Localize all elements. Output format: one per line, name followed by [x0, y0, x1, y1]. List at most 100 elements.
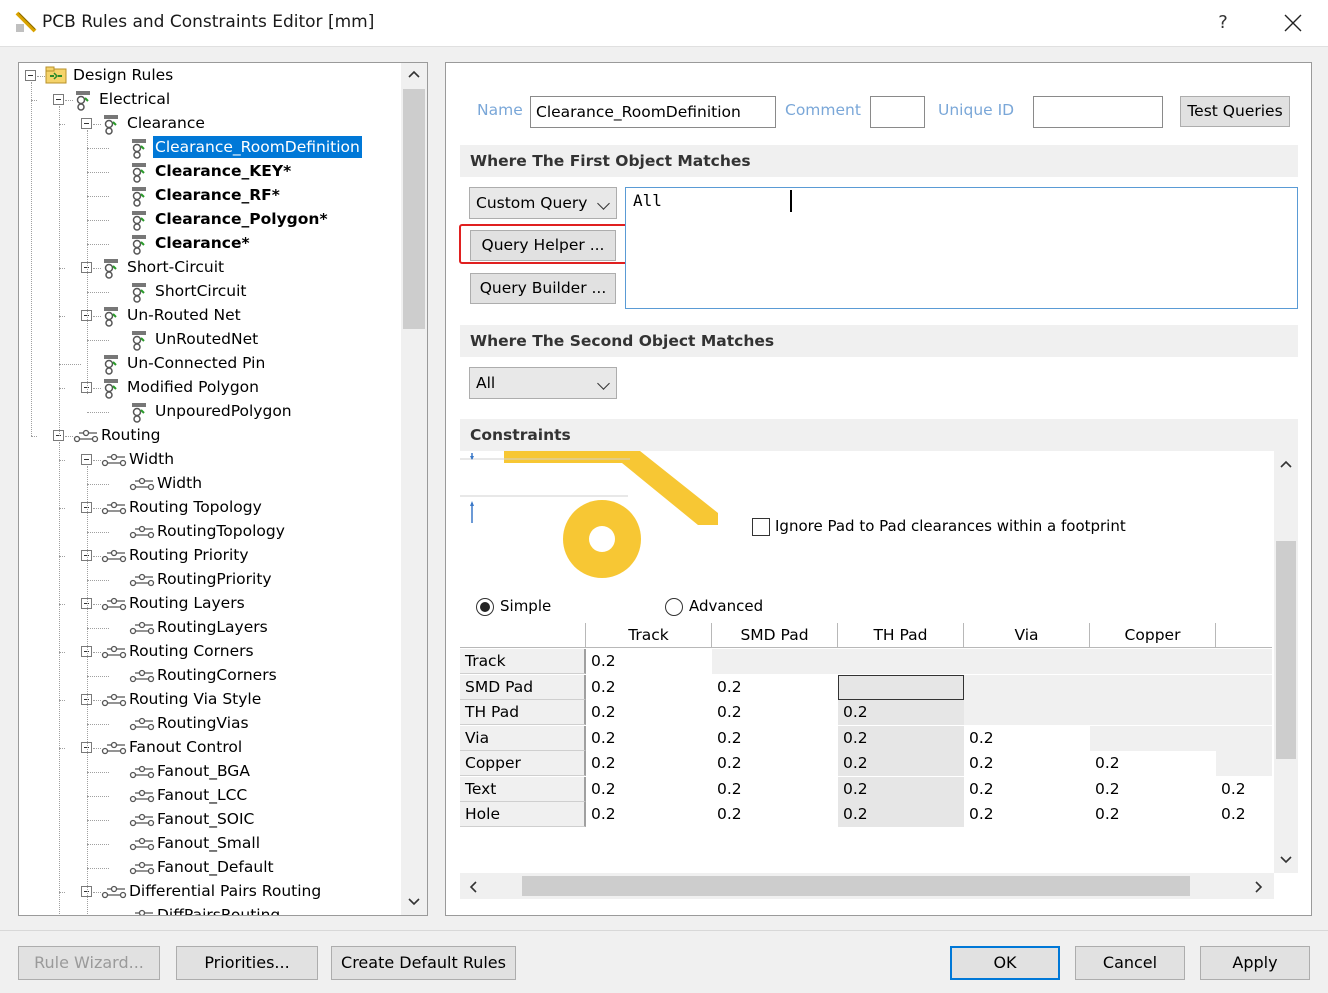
- rule-wizard-button[interactable]: Rule Wizard...: [18, 946, 160, 980]
- name-field[interactable]: Clearance_RoomDefinition: [530, 96, 776, 128]
- matrix-cell[interactable]: 0.2: [712, 751, 838, 776]
- tree-node[interactable]: ShortCircuit: [153, 280, 249, 304]
- tree-node[interactable]: RoutingVias: [155, 712, 251, 736]
- second-object-combo[interactable]: All: [469, 367, 617, 399]
- tree-node[interactable]: RoutingLayers: [155, 616, 270, 640]
- matrix-cell[interactable]: 0.2: [586, 674, 712, 700]
- tree-node[interactable]: Clearance_RF*: [153, 184, 282, 208]
- tree-node[interactable]: Fanout_LCC: [155, 784, 249, 808]
- matrix-cell[interactable]: 0.2: [712, 725, 838, 751]
- tree-node[interactable]: Short-Circuit: [125, 256, 226, 280]
- matrix-cell[interactable]: 0.2: [964, 802, 1090, 827]
- matrix-cell[interactable]: 0.2: [1090, 802, 1216, 827]
- matrix-cell[interactable]: 0.2: [1216, 776, 1272, 802]
- apply-button[interactable]: Apply: [1200, 946, 1310, 980]
- ok-button[interactable]: OK: [950, 946, 1060, 980]
- matrix-cell[interactable]: 0.2: [586, 649, 712, 674]
- tree-node[interactable]: Design Rules: [71, 64, 175, 88]
- scroll-down-icon[interactable]: [407, 897, 421, 907]
- collapse-icon[interactable]: [53, 94, 64, 105]
- constraints-hscroll-thumb[interactable]: [522, 876, 1190, 896]
- matrix-cell[interactable]: 0.2: [1090, 776, 1216, 802]
- collapse-icon[interactable]: [81, 118, 92, 129]
- matrix-cell[interactable]: 0.2: [964, 725, 1090, 751]
- close-button[interactable]: [1276, 8, 1310, 38]
- scroll-right-icon[interactable]: [1254, 880, 1264, 894]
- tree-scroll-thumb[interactable]: [403, 89, 425, 329]
- matrix-cell[interactable]: 0.2: [586, 802, 712, 827]
- tree-node[interactable]: Routing Corners: [127, 640, 256, 664]
- tree-node[interactable]: Un-Routed Net: [125, 304, 243, 328]
- cancel-button[interactable]: Cancel: [1075, 946, 1185, 980]
- tree-node[interactable]: Electrical: [97, 88, 172, 112]
- query-editor[interactable]: All: [625, 187, 1298, 309]
- collapse-icon[interactable]: [81, 454, 92, 465]
- tree-node[interactable]: Width: [155, 472, 204, 496]
- matrix-cell[interactable]: 0.2: [1090, 751, 1216, 776]
- matrix-cell[interactable]: 0.2: [712, 802, 838, 827]
- rules-tree[interactable]: Design Rules Electrical Clearance Clearance…: [18, 62, 428, 916]
- collapse-icon[interactable]: [25, 70, 36, 81]
- tree-node[interactable]: Fanout_SOIC: [155, 808, 256, 832]
- tree-node[interactable]: Modified Polygon: [125, 376, 261, 400]
- matrix-cell[interactable]: 0.2: [712, 776, 838, 802]
- matrix-cell[interactable]: 0.2: [964, 751, 1090, 776]
- matrix-cell[interactable]: 0.2: [838, 802, 964, 827]
- tree-node[interactable]: RoutingCorners: [155, 664, 279, 688]
- matrix-cell[interactable]: 0.2: [964, 776, 1090, 802]
- tree-node[interactable]: Clearance_Polygon*: [153, 208, 330, 232]
- matrix-cell[interactable]: 0.2: [586, 700, 712, 725]
- matrix-cell[interactable]: 0.2: [712, 674, 838, 700]
- scroll-up-icon[interactable]: [407, 69, 421, 79]
- tree-node[interactable]: RoutingPriority: [155, 568, 274, 592]
- test-queries-button[interactable]: Test Queries: [1180, 96, 1290, 127]
- tree-node[interactable]: Fanout_Default: [155, 856, 276, 880]
- tree-node[interactable]: Clearance: [125, 112, 207, 136]
- constraints-vscroll-thumb[interactable]: [1276, 541, 1296, 759]
- matrix-cell[interactable]: 0.2: [838, 725, 964, 751]
- tree-node[interactable]: Routing Priority: [127, 544, 251, 568]
- tree-node[interactable]: Clearance_KEY*: [153, 160, 293, 184]
- priorities-button[interactable]: Priorities...: [176, 946, 318, 980]
- tree-node[interactable]: UnRoutedNet: [153, 328, 260, 352]
- help-button[interactable]: ?: [1208, 8, 1238, 38]
- tree-node[interactable]: Fanout_BGA: [155, 760, 252, 784]
- simple-radio[interactable]: [476, 598, 494, 616]
- scroll-up-icon[interactable]: [1279, 459, 1293, 469]
- matrix-cell[interactable]: 0.2: [586, 776, 712, 802]
- constraints-hscrollbar[interactable]: [460, 873, 1274, 899]
- tree-node[interactable]: Routing Topology: [127, 496, 264, 520]
- tree-node[interactable]: UnpouredPolygon: [153, 400, 294, 424]
- query-builder-button[interactable]: Query Builder ...: [470, 273, 616, 304]
- tree-node[interactable]: Un-Connected Pin: [125, 352, 267, 376]
- tree-node[interactable]: DiffPairsRouting: [155, 904, 282, 915]
- comment-field[interactable]: [870, 96, 925, 128]
- matrix-cell[interactable]: 0.2: [586, 725, 712, 751]
- matrix-cell[interactable]: 0.2: [838, 776, 964, 802]
- tree-node[interactable]: RoutingTopology: [155, 520, 287, 544]
- unique-id-field[interactable]: [1033, 96, 1163, 128]
- matrix-cell[interactable]: 0.2: [712, 700, 838, 725]
- create-default-rules-button[interactable]: Create Default Rules: [331, 946, 516, 980]
- scroll-down-icon[interactable]: [1279, 855, 1293, 865]
- query-helper-button[interactable]: Query Helper ...: [470, 230, 616, 261]
- ignore-pad-checkbox[interactable]: [752, 518, 770, 536]
- tree-node[interactable]: Routing: [99, 424, 162, 448]
- tree-node[interactable]: Fanout_Small: [155, 832, 262, 856]
- matrix-cell[interactable]: 0.2: [838, 700, 964, 725]
- tree-node[interactable]: Routing Via Style: [127, 688, 263, 712]
- scroll-left-icon[interactable]: [468, 880, 478, 894]
- tree-node[interactable]: Differential Pairs Routing: [127, 880, 323, 904]
- tree-node[interactable]: Routing Layers: [127, 592, 247, 616]
- tree-node[interactable]: Fanout Control: [127, 736, 244, 760]
- matrix-cell[interactable]: [838, 674, 964, 700]
- tree-node[interactable]: Clearance*: [153, 232, 252, 256]
- constraints-vscrollbar[interactable]: [1274, 451, 1298, 873]
- tree-node[interactable]: Clearance_RoomDefinition: [153, 136, 362, 160]
- matrix-cell[interactable]: 0.2: [586, 751, 712, 776]
- matrix-cell[interactable]: 0.2: [838, 751, 964, 776]
- first-object-combo[interactable]: Custom Query: [469, 187, 617, 219]
- advanced-radio[interactable]: [665, 598, 683, 616]
- matrix-cell[interactable]: 0.2: [1216, 802, 1272, 827]
- tree-node[interactable]: Width: [127, 448, 176, 472]
